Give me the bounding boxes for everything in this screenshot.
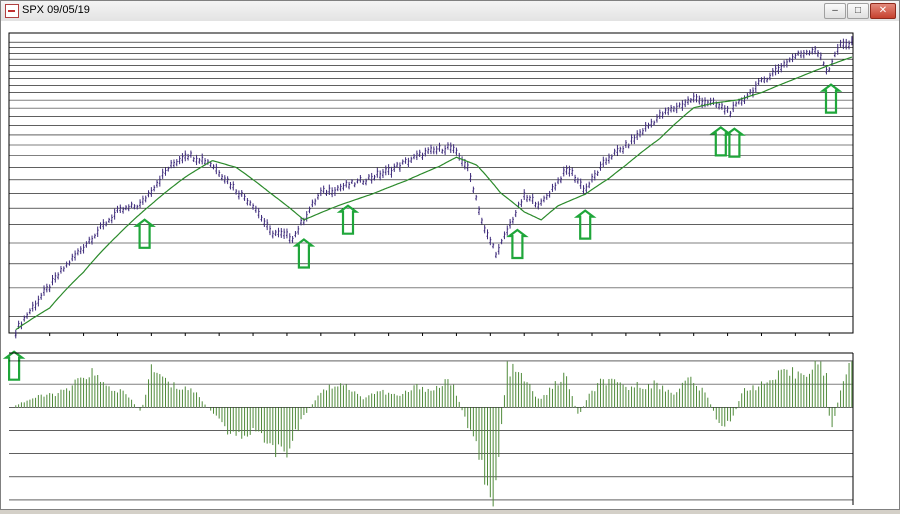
close-button[interactable]: ✕ — [870, 3, 896, 19]
up-arrow-annotation — [2, 350, 26, 381]
restore-button[interactable]: □ — [847, 3, 869, 19]
momentum-panel — [9, 352, 854, 507]
minimize-button[interactable]: – — [824, 3, 846, 19]
momentum-bars — [15, 360, 853, 507]
price-panel — [2, 32, 854, 381]
chart-area — [1, 21, 899, 509]
title-bar: SPX 09/05/19 – □ ✕ — [1, 1, 899, 22]
chart-window: SPX 09/05/19 – □ ✕ — [0, 0, 900, 510]
chart-app-icon — [5, 4, 19, 18]
chart-canvas — [2, 32, 854, 507]
window-title: SPX 09/05/19 — [22, 4, 90, 16]
